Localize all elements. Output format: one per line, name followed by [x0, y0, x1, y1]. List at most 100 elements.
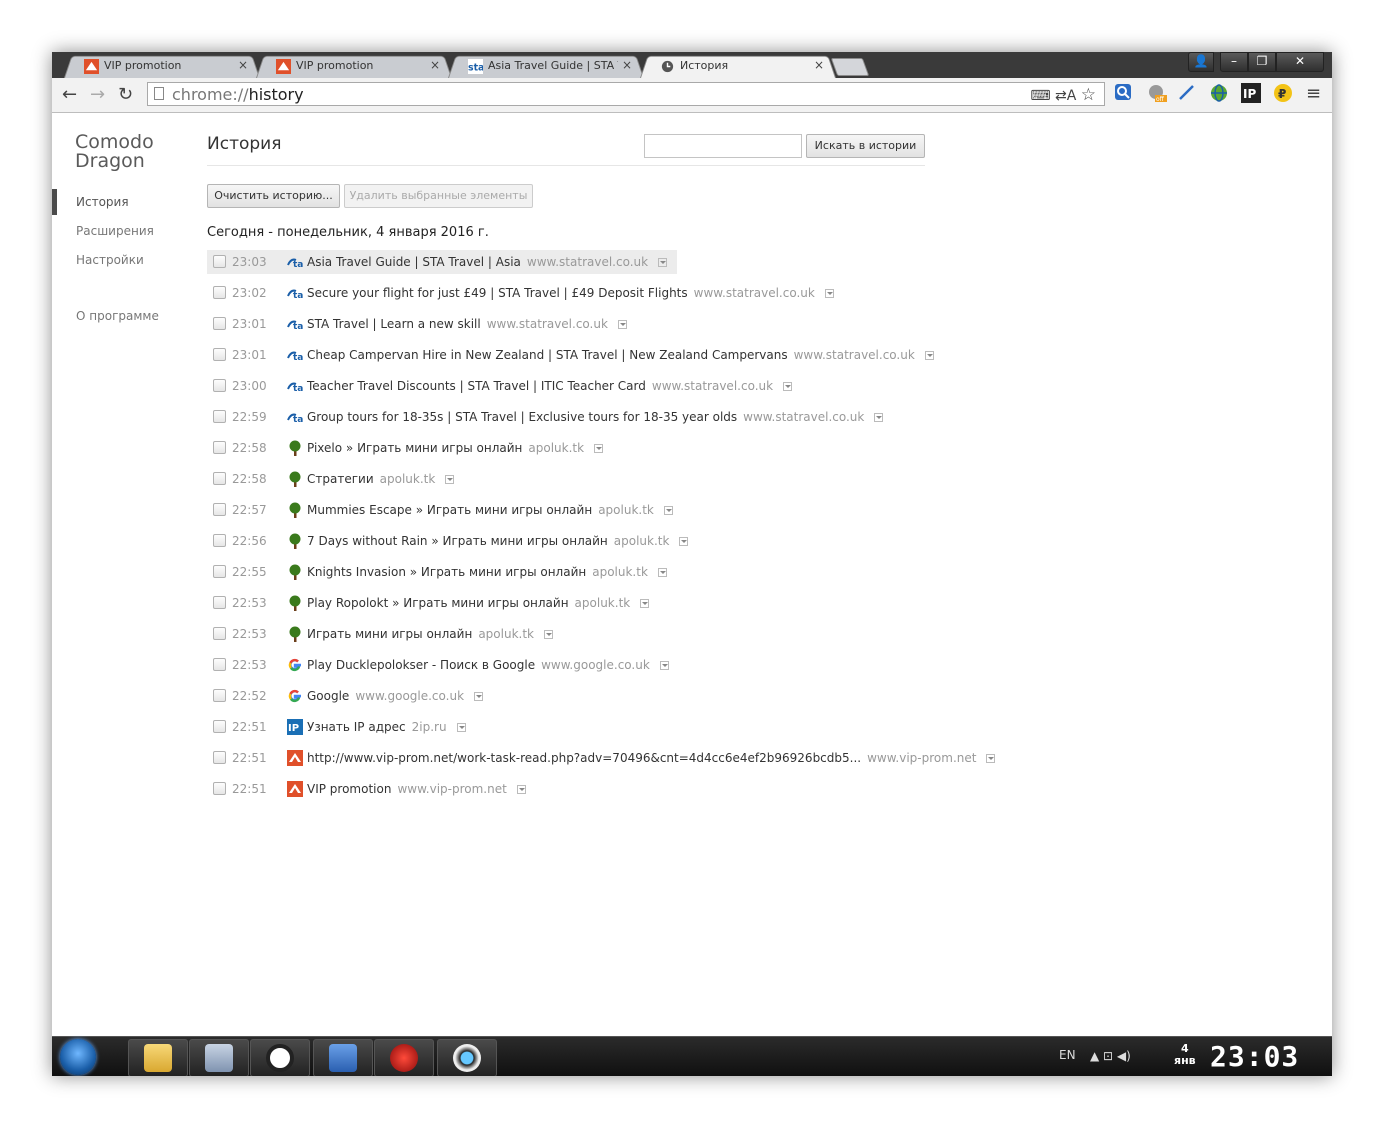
- maximize-button[interactable]: ❐: [1248, 52, 1276, 72]
- entry-menu-button[interactable]: [474, 692, 484, 701]
- globe-icon[interactable]: [1208, 83, 1230, 105]
- tab-close-icon[interactable]: ×: [238, 58, 248, 72]
- entry-menu-button[interactable]: [783, 382, 793, 391]
- tab-close-icon[interactable]: ×: [430, 58, 440, 72]
- search-input[interactable]: [644, 134, 802, 158]
- entry-checkbox[interactable]: [213, 286, 226, 299]
- tab-vip-promotion-1[interactable]: VIP promotion ×: [64, 54, 260, 78]
- entry-menu-button[interactable]: [516, 785, 526, 794]
- new-tab-button[interactable]: [830, 58, 870, 76]
- language-indicator[interactable]: EN: [1059, 1048, 1076, 1062]
- entry-checkbox[interactable]: [213, 565, 226, 578]
- ip-icon[interactable]: IP: [1240, 83, 1262, 105]
- ccleaner-button[interactable]: [250, 1039, 310, 1076]
- entry-title-link[interactable]: Pixelo » Играть мини игры онлайн: [307, 441, 522, 455]
- entry-checkbox[interactable]: [213, 720, 226, 733]
- sidebar-item-about[interactable]: О программе: [76, 309, 159, 323]
- clock[interactable]: 23:03: [1210, 1043, 1299, 1071]
- entry-menu-button[interactable]: [679, 537, 689, 546]
- entry-menu-button[interactable]: [617, 320, 627, 329]
- tab-vip-promotion-2[interactable]: VIP promotion ×: [256, 54, 452, 78]
- entry-menu-button[interactable]: [659, 661, 669, 670]
- sidebar-item-history[interactable]: История: [76, 195, 129, 209]
- entry-checkbox[interactable]: [213, 441, 226, 454]
- tab-history[interactable]: История ×: [640, 54, 836, 78]
- entry-menu-button[interactable]: [456, 723, 466, 732]
- entry-menu-button[interactable]: [663, 506, 673, 515]
- entry-menu-button[interactable]: [824, 289, 834, 298]
- entry-menu-button[interactable]: [986, 754, 996, 763]
- entry-checkbox[interactable]: [213, 379, 226, 392]
- translate-icon[interactable]: ⌨ ⇄A: [1030, 88, 1076, 104]
- entry-menu-button[interactable]: [657, 568, 667, 577]
- tab-close-icon[interactable]: ×: [622, 58, 632, 72]
- remote-desktop-button[interactable]: [313, 1039, 373, 1076]
- clear-history-button[interactable]: Очистить историю...: [207, 184, 340, 208]
- start-button[interactable]: [60, 1039, 96, 1075]
- entry-menu-button[interactable]: [874, 413, 884, 422]
- entry-title-link[interactable]: STA Travel | Learn a new skill: [307, 317, 481, 331]
- entry-checkbox[interactable]: [213, 255, 226, 268]
- reload-icon[interactable]: ↻: [118, 84, 133, 105]
- delete-selected-button[interactable]: Удалить выбранные элементы: [344, 184, 533, 208]
- cat-off-icon[interactable]: off: [1146, 83, 1168, 105]
- tab-asia-travel-guide[interactable]: sta Asia Travel Guide | STA Trave ×: [448, 54, 644, 78]
- entry-checkbox[interactable]: [213, 503, 226, 516]
- entry-title-link[interactable]: Teacher Travel Discounts | STA Travel | …: [307, 379, 646, 393]
- entry-title-link[interactable]: Secure your flight for just £49 | STA Tr…: [307, 286, 688, 300]
- minimize-button[interactable]: –: [1220, 52, 1248, 72]
- ruble-icon[interactable]: ₽: [1272, 83, 1294, 105]
- entry-checkbox[interactable]: [213, 472, 226, 485]
- entry-title-link[interactable]: Asia Travel Guide | STA Travel | Asia: [307, 255, 521, 269]
- entry-title-link[interactable]: Стратегии: [307, 472, 374, 486]
- entry-title-link[interactable]: 7 Days without Rain » Играть мини игры о…: [307, 534, 608, 548]
- entry-checkbox[interactable]: [213, 317, 226, 330]
- entry-checkbox[interactable]: [213, 348, 226, 361]
- pen-icon[interactable]: [1176, 83, 1198, 105]
- calculator-button[interactable]: [189, 1039, 249, 1076]
- entry-title-link[interactable]: Узнать IP адрес: [307, 720, 406, 734]
- entry-checkbox[interactable]: [213, 534, 226, 547]
- entry-title-link[interactable]: Group tours for 18-35s | STA Travel | Ex…: [307, 410, 737, 424]
- magnifier-icon[interactable]: [1112, 83, 1134, 105]
- entry-checkbox[interactable]: [213, 596, 226, 609]
- entry-menu-button[interactable]: [445, 475, 455, 484]
- entry-title-link[interactable]: Knights Invasion » Играть мини игры онла…: [307, 565, 586, 579]
- entry-title-link[interactable]: http://www.vip-prom.net/work-task-read.p…: [307, 751, 861, 765]
- entry-menu-button[interactable]: [640, 599, 650, 608]
- svg-text:ta: ta: [293, 260, 303, 270]
- back-icon[interactable]: ←: [62, 84, 77, 105]
- entry-menu-button[interactable]: [594, 444, 604, 453]
- history-entry[interactable]: 23:03 ta Asia Travel Guide | STA Travel | …: [207, 250, 677, 274]
- entry-title-link[interactable]: Cheap Campervan Hire in New Zealand | ST…: [307, 348, 788, 362]
- sidebar-item-settings[interactable]: Настройки: [76, 253, 144, 267]
- entry-title-link[interactable]: Play Ducklepolokser - Поиск в Google: [307, 658, 535, 672]
- entry-checkbox[interactable]: [213, 410, 226, 423]
- user-icon[interactable]: 👤: [1188, 52, 1214, 72]
- entry-title-link[interactable]: Play Ropolokt » Играть мини игры онлайн: [307, 596, 569, 610]
- entry-title-link[interactable]: Google: [307, 689, 349, 703]
- star-icon[interactable]: ☆: [1081, 85, 1096, 105]
- file-explorer-button[interactable]: [128, 1039, 188, 1076]
- address-bar[interactable]: chrome://history ⌨ ⇄A ☆: [147, 82, 1105, 106]
- entry-checkbox[interactable]: [213, 658, 226, 671]
- entry-menu-button[interactable]: [543, 630, 553, 639]
- tray-icons[interactable]: ▲ ⊡ ◀): [1090, 1049, 1131, 1063]
- entry-menu-button[interactable]: [658, 258, 668, 267]
- red-app-button[interactable]: [374, 1039, 434, 1076]
- entry-title-link[interactable]: Играть мини игры онлайн: [307, 627, 472, 641]
- camera-button[interactable]: [437, 1039, 497, 1076]
- entry-checkbox[interactable]: [213, 689, 226, 702]
- close-window-button[interactable]: ✕: [1276, 52, 1324, 72]
- entry-checkbox[interactable]: [213, 782, 226, 795]
- search-history-button[interactable]: Искать в истории: [806, 134, 925, 158]
- entry-checkbox[interactable]: [213, 751, 226, 764]
- entry-checkbox[interactable]: [213, 627, 226, 640]
- sidebar-item-extensions[interactable]: Расширения: [76, 224, 154, 238]
- menu-icon[interactable]: ≡: [1306, 83, 1321, 104]
- forward-icon[interactable]: →: [90, 84, 105, 105]
- entry-menu-button[interactable]: [924, 351, 934, 360]
- entry-title-link[interactable]: VIP promotion: [307, 782, 391, 796]
- entry-title-link[interactable]: Mummies Escape » Играть мини игры онлайн: [307, 503, 592, 517]
- tab-close-icon[interactable]: ×: [814, 58, 824, 72]
